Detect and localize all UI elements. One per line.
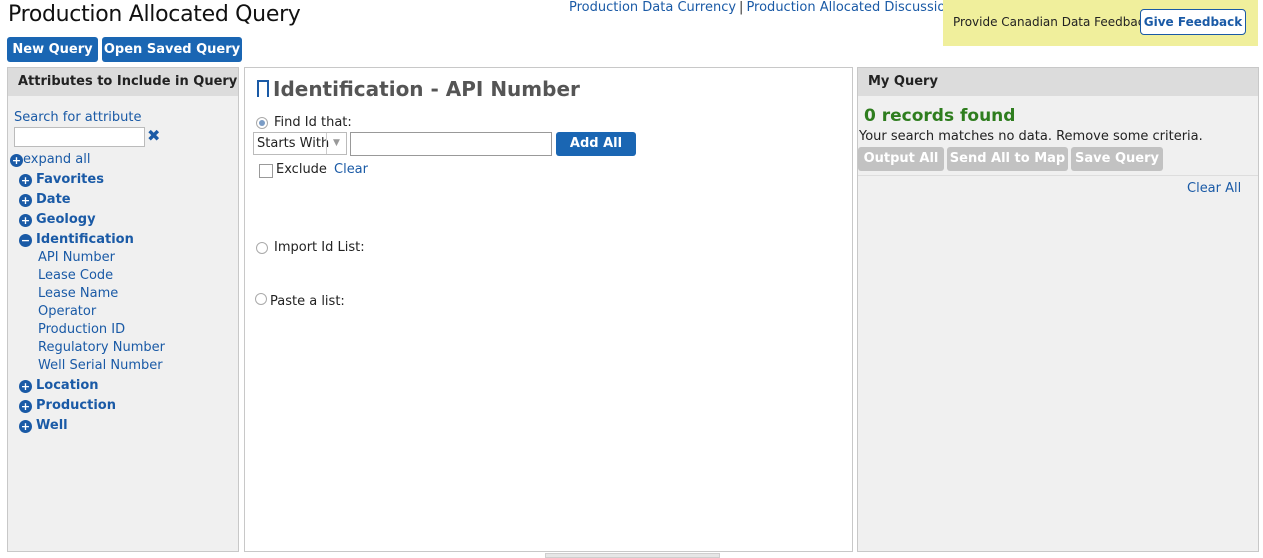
save-query-button[interactable]: Save Query (1071, 147, 1163, 171)
sidebar-item-label: Location (36, 378, 99, 393)
sidebar-item-label: Geology (36, 212, 96, 227)
sidebar-item-geology[interactable]: + Geology (19, 211, 96, 231)
sidebar-item-favorites[interactable]: + Favorites (19, 171, 104, 191)
records-found-count: 0 records found (864, 106, 1016, 126)
link-separator: | (739, 0, 744, 15)
plus-circle-icon: + (19, 214, 32, 227)
import-id-list-radio[interactable] (256, 242, 268, 254)
send-all-to-map-button[interactable]: Send All to Map (947, 147, 1068, 171)
attributes-panel: Attributes to Include in Query Search fo… (7, 67, 239, 552)
chevron-down-icon: ▼ (326, 133, 346, 154)
import-id-list-label: Import Id List: (274, 240, 365, 255)
sidebar-item-label: Well (36, 418, 68, 433)
plus-circle-icon: + (10, 154, 23, 167)
bookmark-icon[interactable] (257, 80, 269, 103)
sub-item-well-serial-number[interactable]: Well Serial Number (38, 358, 163, 373)
production-data-currency-link[interactable]: Production Data Currency (569, 0, 736, 15)
sidebar-item-identification[interactable]: − Identification (19, 231, 134, 251)
sidebar-item-label: Date (36, 192, 71, 207)
minus-circle-icon: − (19, 234, 32, 247)
top-links: Production Data Currency | Production Allo… (569, 0, 954, 15)
paste-list-radio[interactable] (255, 293, 267, 305)
plus-circle-icon: + (19, 420, 32, 433)
feedback-text: Provide Canadian Data Feedback (953, 15, 1152, 29)
open-saved-query-button[interactable]: Open Saved Query (102, 37, 242, 62)
find-id-label: Find Id that: (274, 115, 352, 130)
output-all-button[interactable]: Output All (858, 147, 944, 171)
search-attribute-label: Search for attribute (14, 110, 142, 125)
sub-item-api-number[interactable]: API Number (38, 250, 115, 265)
criteria-panel: Identification - API Number Find Id that… (244, 67, 853, 552)
plus-circle-icon: + (19, 174, 32, 187)
attributes-panel-title: Attributes to Include in Query (8, 68, 238, 96)
production-allocated-discussion-link[interactable]: Production Allocated Discussion (746, 0, 953, 15)
match-type-value: Starts With (257, 136, 330, 151)
match-type-select[interactable]: Starts With ▼ (253, 132, 347, 155)
sidebar-item-label: Identification (36, 232, 134, 247)
exclude-label: Exclude (276, 162, 327, 177)
plus-circle-icon: + (19, 380, 32, 393)
my-query-panel: My Query 0 records found Your search mat… (857, 67, 1259, 552)
sidebar-item-label: Favorites (36, 172, 104, 187)
criteria-title: Identification - API Number (273, 77, 580, 101)
divider (858, 175, 1258, 176)
add-all-button[interactable]: Add All (556, 132, 636, 156)
sub-item-lease-name[interactable]: Lease Name (38, 286, 118, 301)
no-data-message: Your search matches no data. Remove some… (859, 129, 1203, 144)
new-query-button[interactable]: New Query (7, 37, 98, 62)
expand-all-label: expand all (23, 152, 91, 167)
horizontal-scrollbar[interactable] (545, 553, 720, 558)
expand-all-link[interactable]: + expand all (10, 152, 91, 167)
my-query-title: My Query (858, 68, 1258, 96)
paste-list-label: Paste a list: (270, 294, 345, 309)
sidebar-item-date[interactable]: + Date (19, 191, 71, 211)
search-attribute-input[interactable] (14, 127, 145, 147)
plus-circle-icon: + (19, 400, 32, 413)
sub-item-lease-code[interactable]: Lease Code (38, 268, 113, 283)
clear-link[interactable]: Clear (334, 162, 368, 177)
page-title: Production Allocated Query (8, 2, 301, 27)
feedback-box: Provide Canadian Data Feedback Give Feed… (943, 0, 1258, 46)
sidebar-item-label: Production (36, 398, 116, 413)
sidebar-item-well[interactable]: + Well (19, 417, 68, 437)
exclude-checkbox[interactable] (259, 164, 273, 178)
sub-item-production-id[interactable]: Production ID (38, 322, 125, 337)
close-x-icon[interactable]: ✖ (147, 126, 160, 146)
sub-item-operator[interactable]: Operator (38, 304, 96, 319)
sub-item-regulatory-number[interactable]: Regulatory Number (38, 340, 165, 355)
plus-circle-icon: + (19, 194, 32, 207)
clear-all-link[interactable]: Clear All (1187, 181, 1241, 196)
find-id-radio[interactable] (256, 117, 268, 129)
id-input[interactable] (350, 132, 552, 156)
sidebar-item-location[interactable]: + Location (19, 377, 99, 397)
sidebar-item-production[interactable]: + Production (19, 397, 116, 417)
give-feedback-button[interactable]: Give Feedback (1140, 9, 1246, 35)
